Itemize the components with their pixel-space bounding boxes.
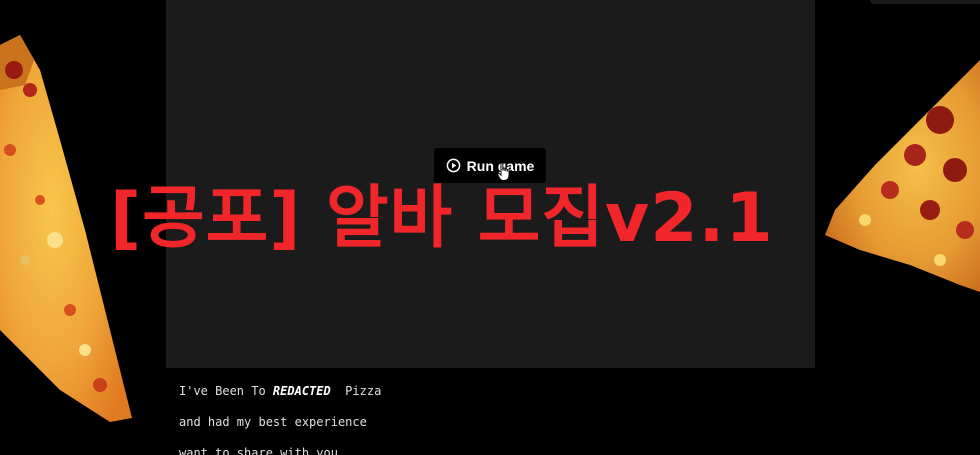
description-redacted-word: REDACTED	[272, 384, 331, 398]
description-line-3: want to share with you	[179, 446, 338, 455]
game-description: I've Been To REDACTED Pizza and had my b…	[179, 383, 381, 455]
page-title: [공포] 알바 모집v2.1	[110, 179, 774, 258]
description-line-1-before: I've Been To	[179, 384, 273, 398]
page: Run game [공포] 알바 모집v2.1 I've Been To RED…	[0, 0, 980, 455]
description-line-1-after: Pizza	[330, 384, 382, 398]
play-circle-icon	[446, 158, 460, 173]
run-game-button[interactable]: Run game	[434, 148, 546, 183]
top-right-tab	[870, 0, 980, 4]
description-line-1: I've Been To REDACTED Pizza	[179, 383, 381, 414]
pizza-slice-right-image	[825, 60, 980, 292]
description-line-2: and had my best experience	[179, 415, 367, 429]
